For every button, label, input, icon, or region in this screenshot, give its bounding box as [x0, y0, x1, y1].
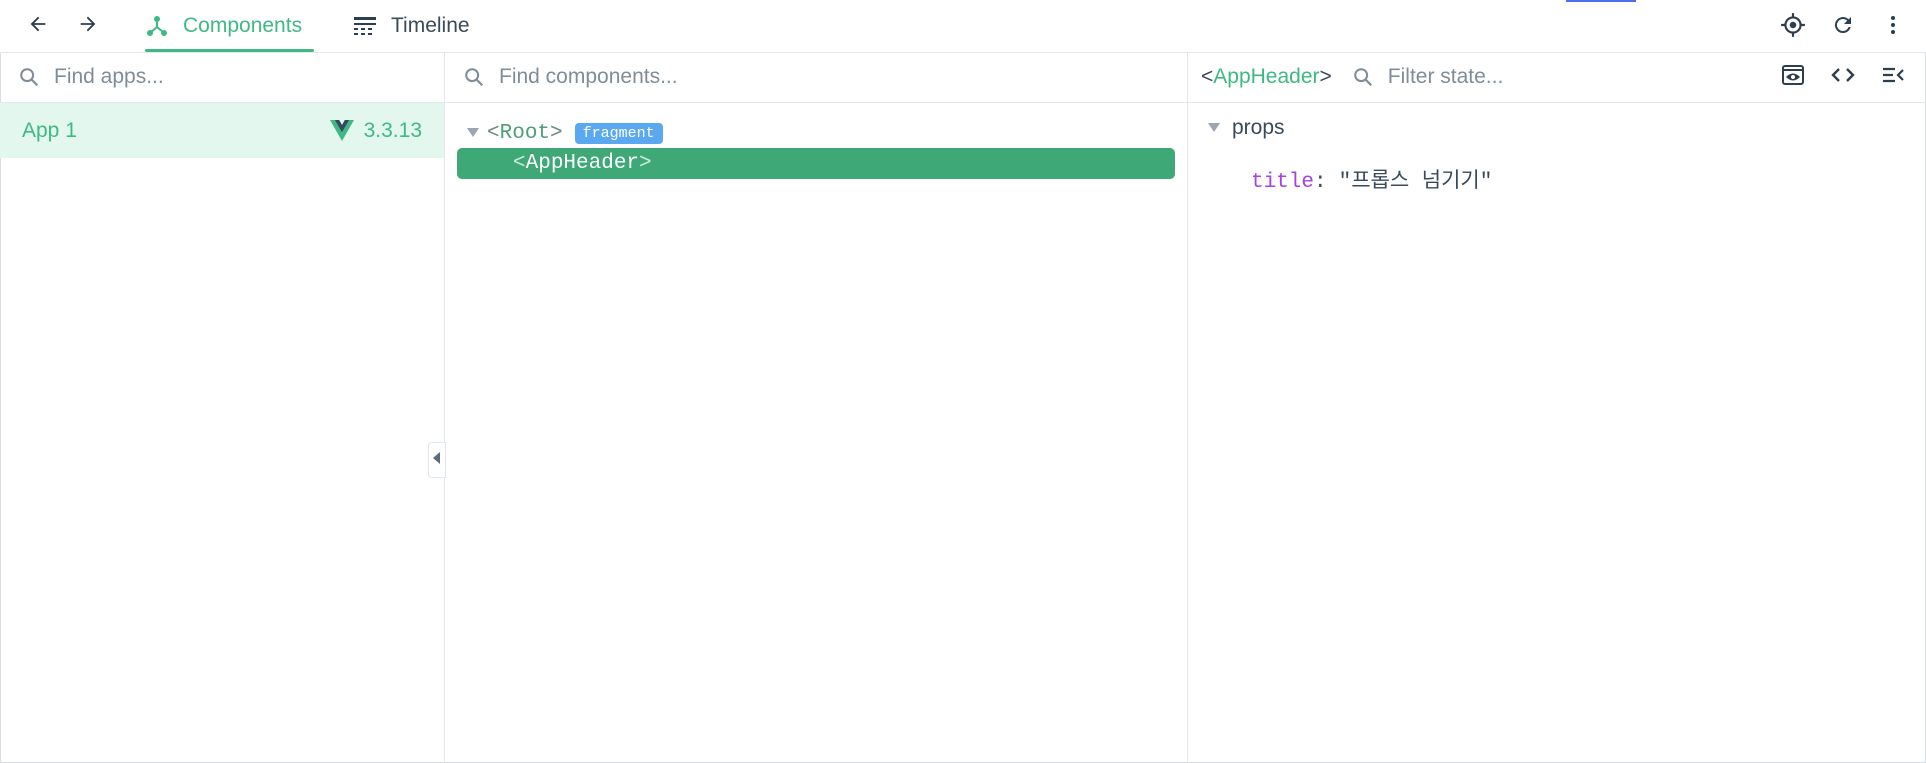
- caret-down-icon[interactable]: [467, 128, 479, 138]
- arrow-right-icon: [77, 13, 99, 40]
- more-options-button[interactable]: [1876, 10, 1910, 44]
- list-collapse-icon: [1881, 65, 1905, 90]
- caret-down-icon: [1208, 123, 1220, 133]
- top-toolbar: Components Timeline: [0, 0, 1926, 53]
- section-title: props: [1232, 116, 1285, 139]
- apps-search-input[interactable]: [52, 64, 356, 90]
- eye-in-box-icon: [1781, 64, 1805, 91]
- forward-button[interactable]: [72, 10, 104, 42]
- tree-node-close-bracket: >: [550, 121, 563, 145]
- tree-node-name: AppHeader: [525, 152, 640, 175]
- filter-state-input[interactable]: [1385, 64, 1610, 90]
- inspector-header: <AppHeader>: [1188, 52, 1926, 103]
- back-button[interactable]: [22, 10, 54, 42]
- props-section-header[interactable]: props: [1208, 116, 1285, 140]
- search-icon: [463, 66, 485, 88]
- accent-line: [1566, 0, 1636, 2]
- inspector-pane: <AppHeader> props titl: [1188, 52, 1926, 763]
- refresh-icon: [1831, 13, 1855, 42]
- tab-components[interactable]: Components: [145, 0, 314, 52]
- prop-key: title: [1251, 171, 1315, 194]
- tree-node-selected[interactable]: <AppHeader>: [457, 148, 1175, 179]
- caret-left-icon: [433, 451, 441, 469]
- scroll-to-component-button[interactable]: [1776, 60, 1810, 94]
- collapse-all-button[interactable]: [1876, 60, 1910, 94]
- search-icon: [18, 66, 40, 88]
- tree-node-root[interactable]: < Root > fragment: [467, 118, 663, 148]
- selected-component-name: <AppHeader>: [1201, 65, 1332, 89]
- tree-node-name: Root: [499, 121, 551, 145]
- prop-value: "프롭스 넘기기": [1338, 171, 1493, 194]
- tab-timeline-label: Timeline: [391, 14, 470, 37]
- vue-logo-icon: [330, 120, 354, 146]
- refresh-button[interactable]: [1826, 10, 1860, 44]
- app-name: App 1: [22, 118, 77, 142]
- prop-row[interactable]: title: "프롭스 넘기기": [1251, 164, 1492, 194]
- component-close-bracket: >: [1319, 65, 1332, 88]
- arrow-left-icon: [27, 13, 49, 40]
- tree-node-close-bracket: >: [639, 152, 652, 175]
- search-icon: [1352, 66, 1374, 88]
- timeline-icon: [353, 15, 377, 37]
- component-open-bracket: <: [1201, 65, 1214, 88]
- app-version: 3.3.13: [363, 118, 422, 142]
- select-component-button[interactable]: [1776, 10, 1810, 44]
- more-vertical-icon: [1881, 13, 1905, 42]
- components-search-bar: [445, 52, 1187, 103]
- tree-node-open-bracket: <: [487, 121, 500, 145]
- code-icon: [1831, 65, 1855, 90]
- apps-search-bar: [0, 52, 444, 103]
- component-name: AppHeader: [1213, 65, 1320, 88]
- tab-timeline[interactable]: Timeline: [353, 0, 470, 52]
- state-filter: [1352, 64, 1610, 90]
- components-search-input[interactable]: [497, 64, 801, 90]
- apps-pane: App 1 3.3.13: [0, 52, 446, 763]
- target-icon: [1780, 12, 1806, 43]
- tree-node-open-bracket: <: [513, 152, 526, 175]
- app-list-item[interactable]: App 1 3.3.13: [0, 103, 444, 158]
- tree-node-label: <AppHeader>: [513, 152, 652, 175]
- open-source-button[interactable]: [1826, 60, 1860, 94]
- components-icon: [145, 14, 169, 38]
- prop-colon: :: [1314, 171, 1327, 194]
- fragment-badge: fragment: [574, 122, 663, 144]
- tab-components-label: Components: [183, 14, 303, 37]
- collapse-sidebar-button[interactable]: [428, 442, 446, 478]
- components-pane: <Root> fragment <AppHeader>: [445, 52, 1188, 763]
